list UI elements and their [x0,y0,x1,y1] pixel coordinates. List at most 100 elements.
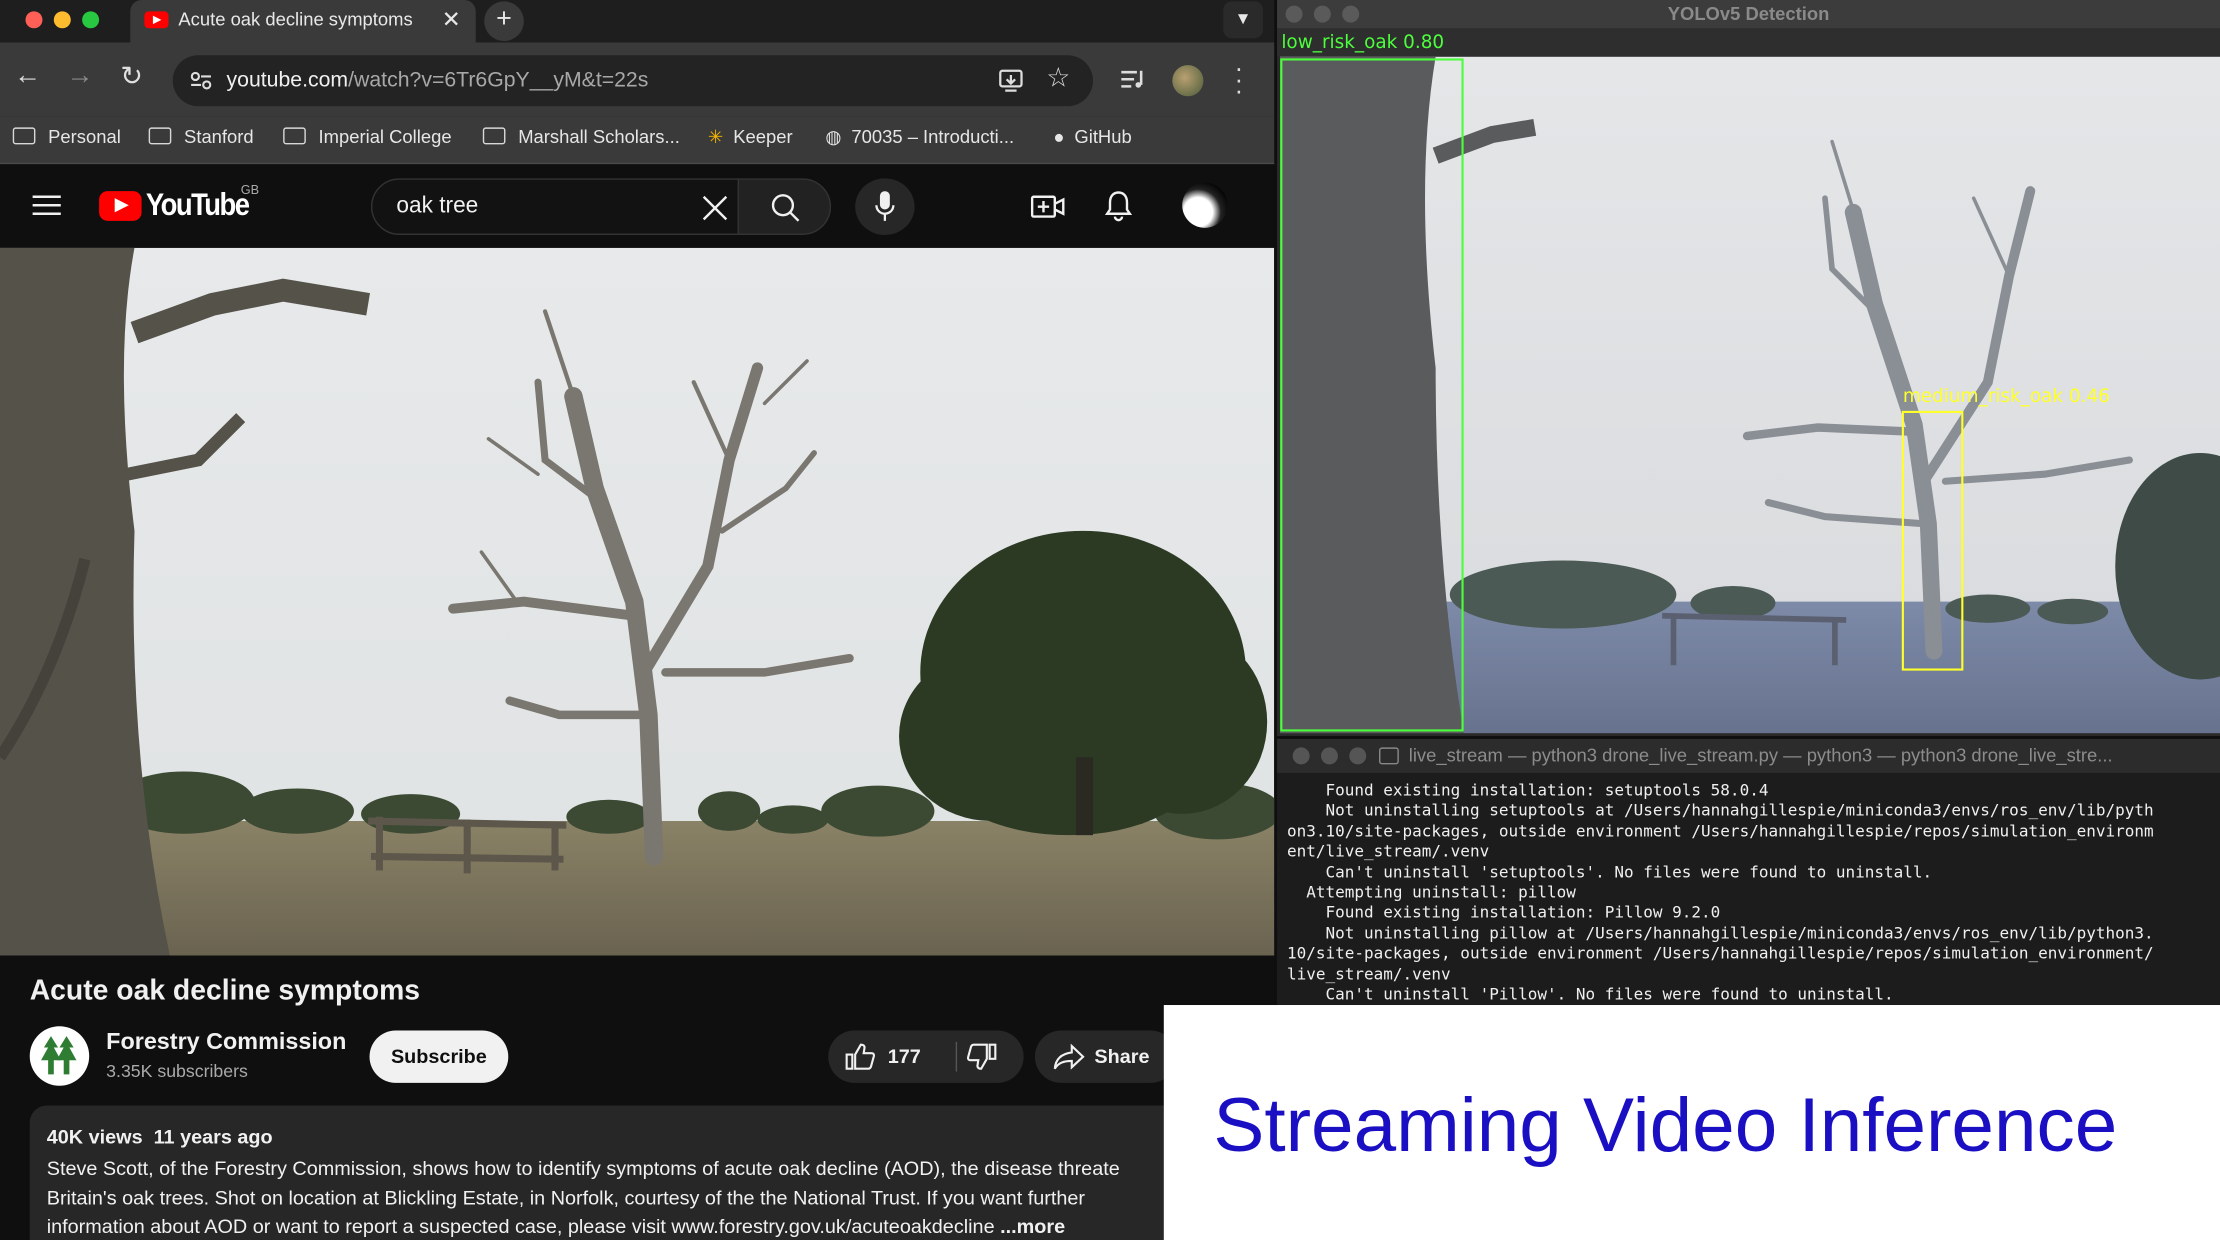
folder-icon [1379,747,1399,765]
terminal-output[interactable]: Found existing installation: setuptools … [1287,781,2220,1005]
bookmark-label: Stanford [184,125,254,148]
browser-window: Acute oak decline symptoms ✕ + ▼ ← → ↻ y… [0,0,1275,1240]
subscriber-count: 3.35K subscribers [106,1061,248,1082]
like-count: 177 [887,1044,921,1068]
terminal-line: Not uninstalling pillow at /Users/hannah… [1286,924,2154,943]
bookmark-label: Personal [48,125,121,148]
description-text: Steve Scott, of the Forestry Commission,… [47,1154,1180,1240]
account-avatar[interactable] [1182,182,1228,228]
minimize-window-button[interactable] [53,11,71,29]
share-label: Share [1094,1044,1150,1068]
globe-icon: ◍ [825,125,842,148]
url-path: /watch?v=6Tr6GpY__yM&t=22s [348,67,649,93]
bookmark-github[interactable]: ● GitHub [1053,126,1131,147]
browser-menu-icon[interactable]: · · · [1235,55,1243,103]
bookmark-label: 70035 – Introducti... [851,125,1015,148]
yolo-window-title: YOLOv5 Detection [1667,2,1830,25]
close-window-button[interactable] [25,11,43,29]
create-video-icon[interactable] [1030,193,1065,221]
url-host: youtube.com [226,67,349,93]
tab-search-chevron-icon[interactable]: ▼ [1223,1,1263,39]
yolo-detection-window: YOLOv5 Detection low_risk_oak 0.80 mediu… [1277,0,2220,737]
like-dislike-group: 177 [828,1030,1024,1083]
terminal-line: Can't uninstall 'setuptools'. No files w… [1286,862,1933,882]
address-bar[interactable]: youtube.com/watch?v=6Tr6GpY__yM&t=22s ☆ [172,55,1094,107]
zoom-window-button[interactable] [82,11,100,29]
terminal-titlebar: live_stream — python3 drone_live_stream.… [1277,738,2220,773]
youtube-masthead: YouTube GB oak tree [0,164,1275,248]
github-icon: ● [1053,125,1065,148]
reading-list-icon[interactable] [1120,68,1145,91]
yolo-titlebar: YOLOv5 Detection [1277,0,2220,29]
bookmarks-bar: Personal Stanford Imperial College Marsh… [0,116,1275,165]
description-body: Steve Scott, of the Forestry Commission,… [46,1156,1120,1238]
terminal-line: Can't uninstall 'Pillow'. No files were … [1286,985,1894,1004]
upload-age: 11 years ago [153,1125,273,1148]
terminal-line: Found existing installation: Pillow 9.2.… [1286,903,1721,923]
bookmark-star-icon[interactable]: ☆ [1046,62,1070,95]
youtube-logo-icon[interactable] [99,191,142,221]
search-button[interactable] [737,178,832,235]
new-tab-button[interactable]: + [484,1,524,42]
thumbs-down-icon [966,1043,997,1070]
minimize-window-button[interactable] [1320,747,1338,765]
close-window-button[interactable] [1292,747,1310,765]
folder-icon [12,127,36,145]
show-more-link[interactable]: ...more [1000,1215,1065,1238]
bookmark-label: Keeper [733,125,793,148]
terminal-line: live_stream/.venv [1286,964,1451,984]
bookmark-70035[interactable]: ◍ 70035 – Introducti... [825,126,1014,149]
bookmark-marshall-scholars[interactable]: Marshall Scholars... [482,126,680,147]
caption-panel: Streaming Video Inference [1163,1005,2220,1240]
back-arrow-icon[interactable]: ← [14,61,41,92]
terminal-line: Attempting uninstall: pillow [1286,883,1576,902]
search-input[interactable]: oak tree [370,178,740,235]
youtube-wordmark[interactable]: YouTube [146,187,250,224]
region-code: GB [240,182,260,197]
video-player[interactable] [0,247,1275,956]
caption-text: Streaming Video Inference [1213,1082,2118,1168]
like-button[interactable]: 177 [828,1031,955,1083]
microphone-icon [875,191,895,221]
terminal-line: 10/site-packages, outside environment /U… [1286,944,2154,963]
share-button[interactable]: Share [1034,1030,1177,1083]
bookmark-imperial-college[interactable]: Imperial College [283,125,452,148]
thumbs-up-icon [845,1043,876,1070]
dislike-button[interactable] [957,1031,1024,1083]
medium-risk-label: medium_risk_oak 0.46 [1902,386,2110,408]
forestry-logo-icon [31,1027,88,1085]
zoom-window-button[interactable] [1349,747,1367,765]
folder-icon [482,127,506,145]
browser-tab[interactable]: Acute oak decline symptoms ✕ [130,0,476,43]
tab-strip: Acute oak decline symptoms ✕ + ▼ [0,0,1275,43]
view-count: 40K views [46,1125,143,1148]
channel-avatar[interactable] [29,1026,90,1086]
video-details: Acute oak decline symptoms Forestry Comm… [0,955,1275,1240]
voice-search-button[interactable] [855,178,915,235]
share-arrow-icon [1053,1043,1085,1070]
close-tab-icon[interactable]: ✕ [442,6,461,34]
video-frame-image [0,247,1275,956]
reload-icon[interactable]: ↻ [120,61,143,94]
profile-avatar[interactable] [1172,65,1204,97]
forward-arrow-icon[interactable]: → [67,61,94,92]
bookmark-stanford[interactable]: Stanford [148,125,254,148]
search-query-text: oak tree [396,193,479,218]
search-icon [771,194,800,222]
channel-name[interactable]: Forestry Commission [106,1029,346,1056]
hamburger-menu-icon[interactable] [32,194,61,217]
notifications-bell-icon[interactable] [1104,190,1133,224]
clear-search-icon[interactable] [701,194,729,222]
browser-toolbar: ← → ↻ youtube.com/watch?v=6Tr6GpY__yM&t=… [0,42,1275,117]
terminal-line: Found existing installation: setuptools … [1286,781,1769,800]
url-text: youtube.com/watch?v=6Tr6GpY__yM&t=22s [227,68,649,92]
site-info-icon[interactable] [190,71,213,91]
install-app-icon[interactable] [998,68,1023,93]
bookmark-personal[interactable]: Personal [12,125,121,148]
bookmark-label: Imperial College [318,125,452,148]
subscribe-button[interactable]: Subscribe [369,1030,509,1083]
description-box[interactable]: 40K views 11 years ago Steve Scott, of t… [29,1105,1191,1240]
bookmark-keeper[interactable]: ✳ Keeper [708,126,793,149]
keeper-icon: ✳ [707,125,724,148]
video-title: Acute oak decline symptoms [29,975,421,1007]
